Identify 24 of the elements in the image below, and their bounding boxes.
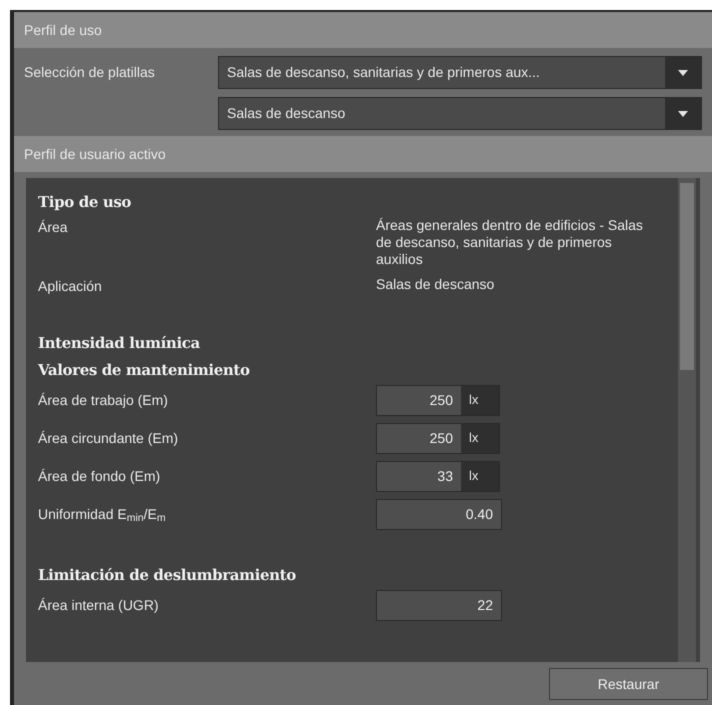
section-heading: Limitación de deslumbramiento <box>38 564 296 586</box>
template-dropdown[interactable]: Salas de descanso, sanitarias y de primeros aux... <box>218 56 702 89</box>
field-label: Área interna (UGR) <box>38 596 160 615</box>
property-value: Salas de descanso <box>376 276 496 294</box>
section-heading: Intensidad lumínica <box>38 332 200 354</box>
field-label: Uniformidad E$_{min}$/E$_{m}$ <box>38 504 167 524</box>
field-label: Área de fondo (Em) <box>38 466 162 486</box>
section-title: Perfil de usuario activo <box>24 144 166 164</box>
caret-icon <box>678 70 688 76</box>
template-label: Selección de platillas <box>24 63 156 82</box>
caret-icon <box>678 110 688 116</box>
property-label: Área <box>38 218 69 237</box>
field-label: Área de trabajo (Em) <box>38 390 169 410</box>
value-field[interactable]: 0.40 <box>377 500 501 528</box>
value-field[interactable]: 22 <box>377 590 501 620</box>
template-dropdown[interactable]: Salas de descanso <box>218 97 702 130</box>
property-value: Áreas generales dentro de edificios - Salas de descanso, sanitarias y de primeros auxilios <box>376 217 644 268</box>
property-label: Aplicación <box>38 277 103 296</box>
section-heading: Tipo de uso <box>38 192 132 212</box>
section-title: Perfil de uso <box>24 20 102 40</box>
section-heading: Valores de mantenimiento <box>38 360 250 380</box>
restore-button[interactable]: Restaurar <box>549 668 708 700</box>
field-label: Área circundante (Em) <box>38 428 180 448</box>
scrollbar[interactable] <box>678 178 696 662</box>
